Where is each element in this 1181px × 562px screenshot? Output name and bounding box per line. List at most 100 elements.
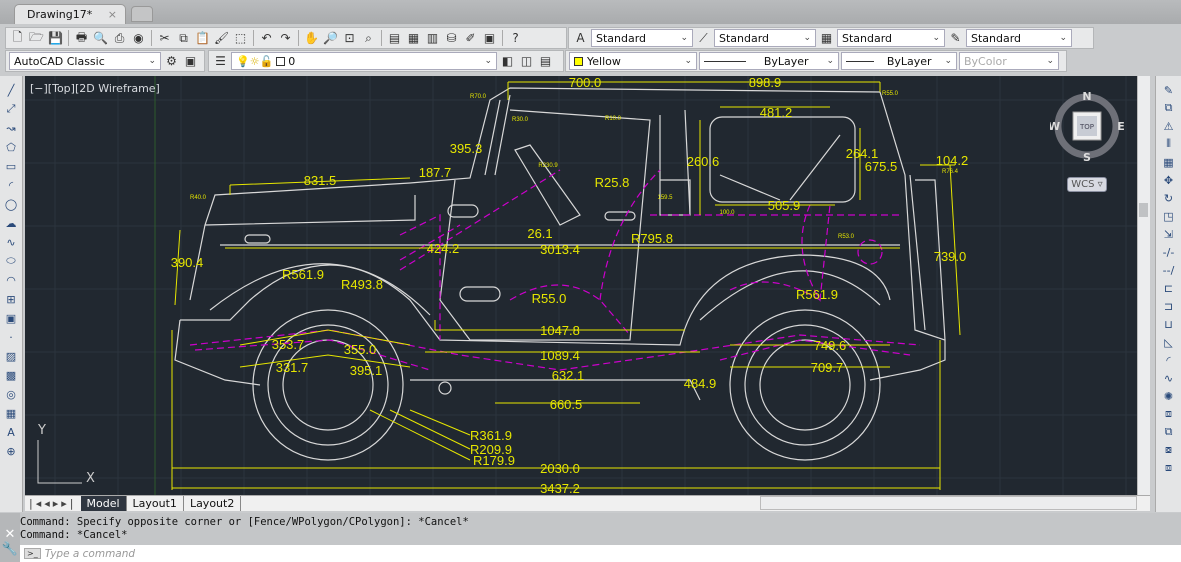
command-input[interactable]: >_ Type a command xyxy=(20,545,1181,562)
design-center-icon[interactable]: ▦ xyxy=(405,30,422,47)
drawing-canvas[interactable]: 700.0 898.9 481.2 395.3 187.7 831.5 R25.8 260.6… xyxy=(25,76,1150,495)
dimension-label[interactable]: 675.5 xyxy=(865,159,898,174)
table-style-dropdown[interactable]: Standard ⌄ xyxy=(837,29,945,47)
send-back-icon[interactable]: ⧇ xyxy=(1161,442,1177,458)
vertical-scroll-thumb[interactable] xyxy=(1139,203,1148,217)
ucs-menu-button[interactable]: WCS ▿ xyxy=(1067,177,1107,192)
revision-cloud-icon[interactable]: ☁ xyxy=(3,215,19,231)
move-icon[interactable]: ✥ xyxy=(1161,172,1177,188)
explode-icon[interactable]: ✺ xyxy=(1161,388,1177,404)
table-icon[interactable]: ▦ xyxy=(3,405,19,421)
dimension-label[interactable]: 739.0 xyxy=(934,249,967,264)
layer-states-icon[interactable]: ▤ xyxy=(537,53,554,70)
dimension-label[interactable]: 632.1 xyxy=(552,368,585,383)
dimension-label[interactable]: 2030.0 xyxy=(540,461,580,476)
text-style-dropdown[interactable]: Standard ⌄ xyxy=(591,29,693,47)
plot-preview-icon[interactable]: 🔍 xyxy=(92,30,109,47)
dimension-label[interactable]: R561.9 xyxy=(796,287,838,302)
tab-layout1[interactable]: Layout1 xyxy=(127,496,184,511)
dimension-label[interactable]: 424.2 xyxy=(427,241,460,256)
properties-icon[interactable]: ▤ xyxy=(386,30,403,47)
hatch-icon[interactable]: ▨ xyxy=(3,348,19,364)
point-icon[interactable]: · xyxy=(3,329,19,345)
paste-icon[interactable]: 📋 xyxy=(194,30,211,47)
construction-line-icon[interactable]: ⤢ xyxy=(3,101,19,117)
dimension-label[interactable]: 187.7 xyxy=(419,165,452,180)
viewport-controls-label[interactable]: [−][Top][2D Wireframe] xyxy=(30,82,160,95)
dimension-label[interactable]: 26.1 xyxy=(527,226,552,241)
dimension-label[interactable]: 700.0 xyxy=(569,76,602,90)
make-block-icon[interactable]: ▣ xyxy=(3,310,19,326)
draw-order-icon[interactable]: ⧈ xyxy=(1161,406,1177,422)
mirror-icon[interactable]: ⚠ xyxy=(1161,118,1177,134)
trim-icon[interactable]: -/- xyxy=(1161,244,1177,260)
dimension-label[interactable]: R70.0 xyxy=(470,94,487,100)
insert-block-icon[interactable]: ⊞ xyxy=(3,291,19,307)
polygon-icon[interactable]: ⬠ xyxy=(3,139,19,155)
bring-front-icon[interactable]: ⧉ xyxy=(1161,424,1177,440)
layer-properties-icon[interactable]: ☰ xyxy=(212,53,229,70)
match-properties-icon[interactable]: 🖌 xyxy=(213,30,230,47)
dimension-label[interactable]: 1047.8 xyxy=(540,323,580,338)
viewcube[interactable]: TOP N S E W xyxy=(1050,86,1130,166)
dimension-label[interactable]: 709.7 xyxy=(811,360,844,375)
dimension-label[interactable]: R795.8 xyxy=(631,231,673,246)
break-at-point-icon[interactable]: ⊏ xyxy=(1161,280,1177,296)
array-icon[interactable]: ▦ xyxy=(1161,154,1177,170)
linetype-dropdown[interactable]: ByLayer ⌄ xyxy=(699,52,839,70)
zoom-window-icon[interactable]: ⊡ xyxy=(341,30,358,47)
offset-icon[interactable]: ⫴ xyxy=(1161,136,1177,152)
extend-icon[interactable]: --/ xyxy=(1161,262,1177,278)
ellipse-icon[interactable]: ⬭ xyxy=(3,253,19,269)
dimension-label[interactable]: 505.9 xyxy=(768,198,801,213)
dimension-label[interactable]: 3013.4 xyxy=(540,242,580,257)
tab-layout2[interactable]: Layout2 xyxy=(184,496,242,511)
dimension-label[interactable]: 749.6 xyxy=(814,338,847,353)
layer-previous-icon[interactable]: ◫ xyxy=(518,53,535,70)
dimension-label[interactable]: 260.6 xyxy=(687,154,720,169)
dimension-label[interactable]: 159.5 xyxy=(657,195,673,201)
dimension-label[interactable]: R25.8 xyxy=(595,175,630,190)
join-icon[interactable]: ⊔ xyxy=(1161,316,1177,332)
dimension-label[interactable]: 355.0 xyxy=(344,342,377,357)
workspace-settings-icon[interactable]: ⚙ xyxy=(163,53,180,70)
dimension-label[interactable]: R40.0 xyxy=(190,195,207,201)
open-icon[interactable]: 🗁 xyxy=(28,30,45,47)
make-current-layer-icon[interactable]: ◧ xyxy=(499,53,516,70)
dimension-label[interactable]: R361.9 xyxy=(470,428,512,443)
block-editor-icon[interactable]: ⬚ xyxy=(232,30,249,47)
rectangle-icon[interactable]: ▭ xyxy=(3,158,19,174)
chamfer-icon[interactable]: ◺ xyxy=(1161,334,1177,350)
new-tab-button[interactable] xyxy=(131,6,153,22)
publish-icon[interactable]: ⎙ xyxy=(111,30,128,47)
new-icon[interactable]: 🗋 xyxy=(9,30,26,47)
plot-icon[interactable]: 🖶 xyxy=(73,30,90,47)
rotate-icon[interactable]: ↻ xyxy=(1161,190,1177,206)
undo-icon[interactable]: ↶ xyxy=(258,30,275,47)
ellipse-arc-icon[interactable]: ◠ xyxy=(3,272,19,288)
circle-icon[interactable]: ◯ xyxy=(3,196,19,212)
polyline-icon[interactable]: ↝ xyxy=(3,120,19,136)
dimension-label[interactable]: 481.2 xyxy=(760,105,793,120)
layer-dropdown[interactable]: 💡 ☼ 🔓 0 ⌄ xyxy=(231,52,497,70)
erase-icon[interactable]: ✎ xyxy=(1161,82,1177,98)
dimension-label[interactable]: 1089.4 xyxy=(540,348,580,363)
sheet-set-icon[interactable]: ⛁ xyxy=(443,30,460,47)
dimension-label[interactable]: 395.3 xyxy=(450,141,483,156)
region-icon[interactable]: ◎ xyxy=(3,386,19,402)
add-selected-icon[interactable]: ⊕ xyxy=(3,443,19,459)
dimension-label[interactable]: R30.0 xyxy=(512,117,529,123)
dimension-label[interactable]: R76.4 xyxy=(942,169,959,175)
spline-icon[interactable]: ∿ xyxy=(3,234,19,250)
dimension-label[interactable]: R53.0 xyxy=(838,234,855,240)
command-prompt-icon[interactable]: >_ xyxy=(24,548,41,559)
dimension-label[interactable]: 390.4 xyxy=(171,255,204,270)
pan-icon[interactable]: ✋ xyxy=(303,30,320,47)
multiline-text-icon[interactable]: A xyxy=(3,424,19,440)
vertical-scrollbar[interactable] xyxy=(1137,76,1150,495)
markup-icon[interactable]: ✐ xyxy=(462,30,479,47)
tab-navigation-arrows[interactable]: |◂◂▸▸| xyxy=(25,497,81,510)
group-icon[interactable]: ⧈ xyxy=(1161,460,1177,476)
redo-icon[interactable]: ↷ xyxy=(277,30,294,47)
document-tab[interactable]: Drawing17* × xyxy=(14,4,126,24)
